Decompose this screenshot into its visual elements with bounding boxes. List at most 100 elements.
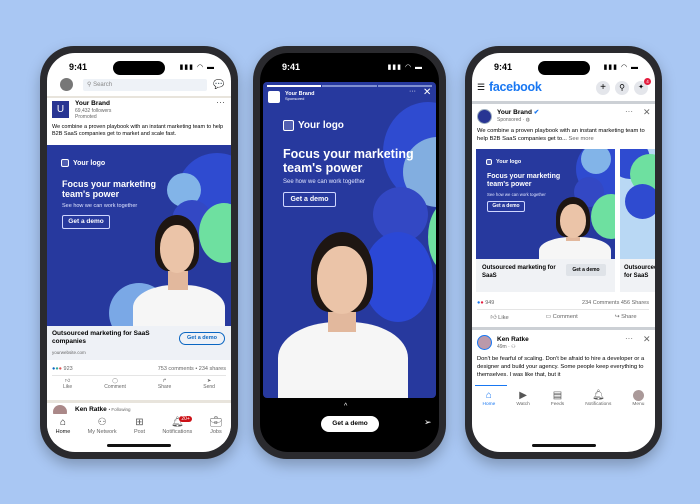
nav-label: Jobs xyxy=(210,429,222,435)
close-icon[interactable]: ✕ xyxy=(643,334,651,345)
logo-text: Your logo xyxy=(496,159,522,165)
creative-cta[interactable]: Get a demo xyxy=(283,192,336,207)
status-time: 9:41 xyxy=(494,62,513,72)
nav-notifications[interactable]: 🔔︎ Notifications xyxy=(585,390,611,416)
carousel-card-1[interactable]: Your logo Focus your marketing team's po… xyxy=(476,149,615,259)
brand-avatar[interactable] xyxy=(477,109,492,124)
search-button[interactable]: ⚲ xyxy=(615,81,629,95)
friends-icon: ⚇ xyxy=(511,344,516,351)
facebook-logo[interactable]: facebook xyxy=(489,80,542,94)
nav-label: Menu xyxy=(632,402,645,407)
divider xyxy=(47,96,231,98)
story-brand-logo[interactable] xyxy=(268,91,280,103)
card-caption: Outsourced marketing for SaaS xyxy=(482,265,556,280)
like-button[interactable]: 👍︎ Like xyxy=(63,378,72,390)
nav-label: Home xyxy=(55,429,71,435)
share-label: Share xyxy=(157,384,172,390)
messenger-button[interactable]: ✦ 4 xyxy=(634,78,651,95)
next-post-body: Don't be fearful of scaling. Don't be af… xyxy=(477,356,645,379)
nav-home[interactable]: ⌂ Home xyxy=(56,417,71,444)
comment-label: Comment xyxy=(104,384,126,390)
link-url: yourwebsite.com xyxy=(52,350,86,355)
shares-count[interactable]: 456 Shares xyxy=(621,300,649,306)
swipe-up-icon[interactable]: ^ xyxy=(344,403,347,410)
search-input[interactable]: ⚲ Search xyxy=(83,79,207,91)
next-post-author[interactable]: Ken Ratke xyxy=(497,336,529,344)
person-image xyxy=(534,197,614,259)
creative-cta[interactable]: Get a demo xyxy=(62,215,110,229)
messenger-badge: 4 xyxy=(644,78,651,85)
get-demo-button[interactable]: Get a demo xyxy=(179,332,225,345)
nav-notifications[interactable]: 🔔︎ Notifications 20+ xyxy=(162,416,192,444)
search-placeholder: Search xyxy=(93,82,113,88)
next-post-author[interactable]: Ken Ratke xyxy=(75,406,107,413)
story-creative[interactable]: Your Brand Sponsored ··· ✕ Your logo Foc… xyxy=(263,82,436,398)
logo-icon xyxy=(61,159,69,167)
carousel-card-2[interactable] xyxy=(620,149,655,259)
network-icon: ⚇ xyxy=(97,417,107,428)
home-icon: ⌂ xyxy=(485,390,492,401)
reaction-count[interactable]: ●●● 923 xyxy=(52,366,73,372)
next-post-avatar[interactable] xyxy=(477,335,492,350)
nav-post[interactable]: ⊞ Post xyxy=(134,417,145,444)
nav-watch[interactable]: ▶ Watch xyxy=(516,390,529,416)
promoted-label: Promoted xyxy=(75,113,97,120)
comments-count[interactable]: 234 Comments xyxy=(582,300,619,306)
ad-creative[interactable]: Your logo Focus your marketing team's po… xyxy=(47,145,231,326)
nav-menu[interactable]: Menu xyxy=(632,390,644,416)
person-image xyxy=(131,215,231,326)
followers: 69,432 followers xyxy=(75,107,112,114)
divider xyxy=(47,400,231,403)
carousel-card-1-footer[interactable]: Outsourced marketing for SaaS Get a demo xyxy=(476,259,615,292)
link-card[interactable]: Outsourced marketing for SaaS companies … xyxy=(47,326,231,360)
reaction-count[interactable]: ●● 949 xyxy=(477,300,494,306)
story-screen: 9:41 ▮▮▮ ◠ ▬ Your Brand Sponsored ··· ✕ … xyxy=(260,53,439,452)
more-options-icon[interactable]: ··· xyxy=(409,88,416,95)
watch-icon: ▶ xyxy=(519,390,527,401)
profile-avatar-icon xyxy=(632,390,644,401)
more-options-icon[interactable]: ··· xyxy=(216,97,225,107)
carousel-card-2-footer[interactable]: Outsourced marketing for SaaS xyxy=(620,259,655,292)
creative-subtitle: See how we can work together xyxy=(283,179,366,185)
share-button[interactable]: ↱ Share xyxy=(158,378,171,390)
comments-count[interactable]: 753 comments xyxy=(158,366,194,372)
creative-cta[interactable]: Get a demo xyxy=(487,201,525,212)
close-icon[interactable]: ✕ xyxy=(423,87,431,98)
menu-icon[interactable]: ☰ xyxy=(477,82,485,93)
facebook-screen: 9:41 ▮▮▮ ◠ ▬ ☰ facebook + ⚲ ✦ 4 Your Bran… xyxy=(472,53,655,452)
like-icon: 👍︎ xyxy=(490,315,497,321)
share-button[interactable]: ↪ Share xyxy=(615,314,637,321)
more-options-icon[interactable]: ··· xyxy=(625,107,633,116)
send-label: Send xyxy=(203,384,215,390)
nav-my-network[interactable]: ⚇ My Network xyxy=(88,417,117,444)
more-options-icon[interactable]: ··· xyxy=(625,334,633,343)
brand-name[interactable]: Your Brand ✔ xyxy=(497,109,539,117)
story-cta-button[interactable]: Get a demo xyxy=(321,416,379,432)
status-icons: ▮▮▮ ◠ ▬ xyxy=(603,64,639,71)
nav-feeds[interactable]: ▤ Feeds xyxy=(551,390,564,416)
send-button[interactable]: ➤ Send xyxy=(203,378,215,390)
avatar[interactable] xyxy=(60,78,73,91)
brand-name[interactable]: Your Brand xyxy=(75,100,111,108)
creative-logo: Your logo xyxy=(283,120,344,131)
like-button[interactable]: 👍︎ Like xyxy=(490,314,508,321)
create-button[interactable]: + xyxy=(596,81,610,95)
creative-headline: Focus your marketing team's power xyxy=(487,173,561,189)
status-time: 9:41 xyxy=(69,62,88,72)
post-icon: ⊞ xyxy=(135,417,144,428)
comment-button[interactable]: ◯ Comment xyxy=(104,378,126,390)
close-icon[interactable]: ✕ xyxy=(643,107,651,118)
verified-icon: ✔ xyxy=(533,109,540,116)
nav-home[interactable]: ⌂ Home xyxy=(483,390,496,416)
divider xyxy=(472,101,655,104)
creative-headline: Focus your marketing team's power xyxy=(283,147,414,176)
divider xyxy=(477,309,649,310)
see-more-link[interactable]: See more xyxy=(569,136,594,142)
messaging-icon[interactable]: 💬 xyxy=(213,79,224,90)
shares-count[interactable]: 234 shares xyxy=(199,366,226,372)
nav-jobs[interactable]: 💼︎ Jobs xyxy=(210,417,223,444)
brand-logo[interactable]: U xyxy=(52,101,69,118)
card-get-demo-button[interactable]: Get a demo xyxy=(566,264,606,276)
comment-button[interactable]: ▭ Comment xyxy=(546,314,578,321)
send-icon[interactable]: ➢ xyxy=(424,417,432,428)
